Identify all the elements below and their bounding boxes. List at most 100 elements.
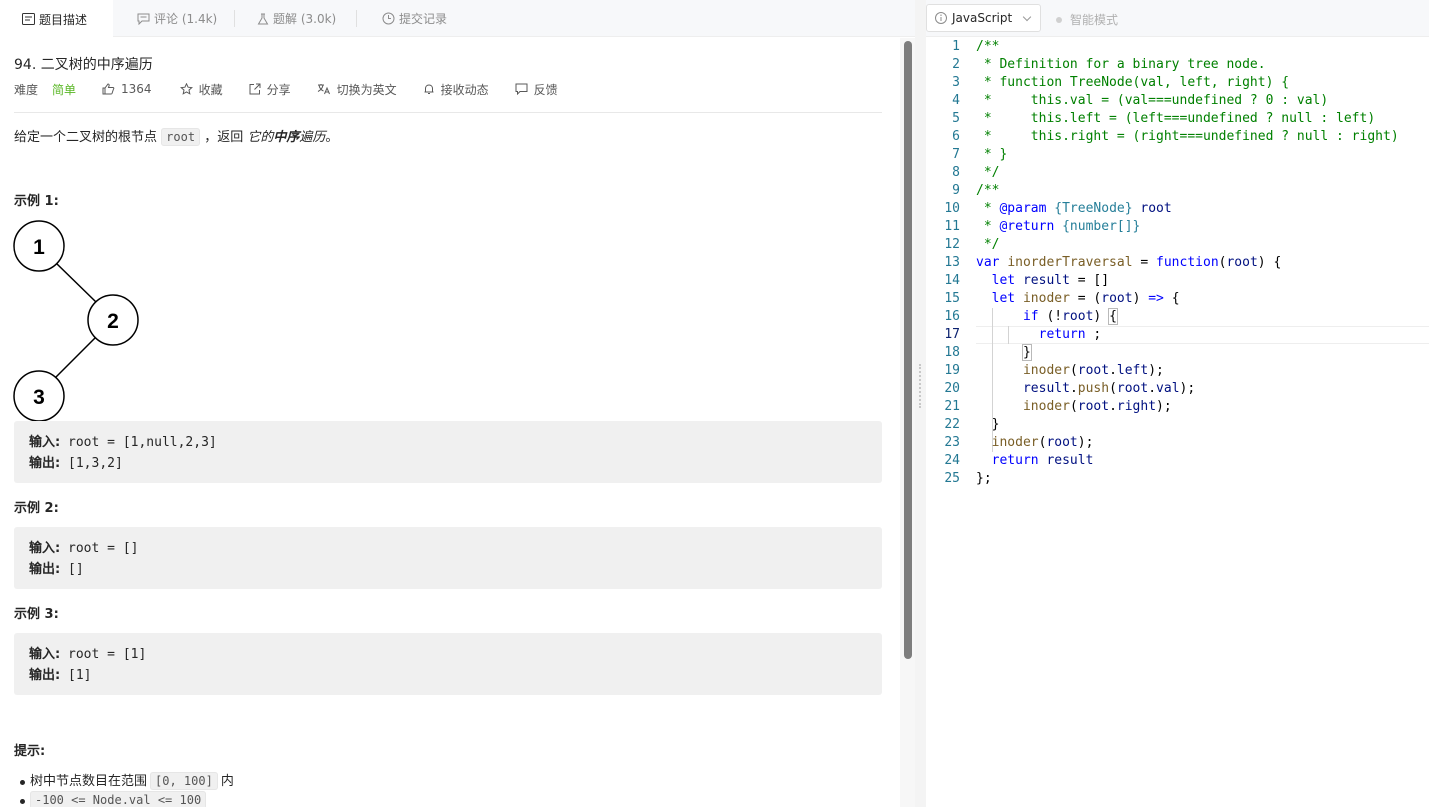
code-text: * } [976,147,1008,162]
line-number: 24 [944,453,960,468]
line-number: 13 [944,255,960,270]
line-number: 4 [952,93,960,108]
editor-toolbar: JavaScript 智能模式 [926,0,1429,37]
code-line: 7 * } [926,146,1429,164]
smart-mode-toggle[interactable]: 智能模式 [1056,11,1118,28]
problem-tabs: 题目描述 评论 (1.4k) 题解 (3.0k) 提交记录 [0,0,915,38]
tab-label: 评论 (1.4k) [154,12,218,26]
input-label: 输入: [29,541,61,556]
like-count: 1364 [121,82,152,96]
description-emphasis: 它的 [247,130,274,145]
line-number: 8 [952,165,960,180]
line-number: 3 [952,75,960,90]
favorite-button[interactable]: 收藏 [179,81,223,98]
code-text: /** [976,39,1000,54]
tab-divider [356,10,357,27]
scrollbar-thumb[interactable] [904,41,912,659]
description-strong: 中序 [273,130,300,145]
bell-icon [424,84,434,94]
list-item: -100 <= Node.val <= 100 [20,791,234,807]
example-title: 示例 1: [14,194,59,209]
comment-icon [137,13,150,25]
share-icon [249,83,261,95]
tab-label: 提交记录 [399,12,448,26]
line-number: 20 [944,381,960,396]
code-text: } [1021,344,1032,361]
chevron-down-icon [1022,12,1032,22]
inline-code: -100 <= Node.val <= 100 [30,791,207,807]
output-label: 输出: [29,668,61,683]
line-number: 22 [944,417,960,432]
example-input: root = [1] [68,647,147,662]
code-line: 5 * this.left = (left===undefined ? null… [926,110,1429,128]
share-label: 分享 [266,82,291,97]
language-label: JavaScript [952,11,1013,25]
info-icon [935,12,947,24]
code-text: let result = [] [991,273,1110,288]
difficulty-label: 难度 [14,82,39,97]
example-title: 示例 2: [14,501,59,516]
tab-solutions[interactable]: 题解 (3.0k) [257,0,336,37]
hint-text: 内 [220,774,234,789]
code-line: 12 */ [926,236,1429,254]
code-line: 3 * function TreeNode(val, left, right) … [926,74,1429,92]
code-editor[interactable]: 1 /** 2 * Definition for a binary tree no… [926,38,1429,807]
code-text: }; [976,471,992,486]
code-line: 22 } [926,416,1429,434]
code-line: 19 inoder(root.left); [926,362,1429,380]
tab-submissions[interactable]: 提交记录 [382,0,447,37]
code-text: * Definition for a binary tree node. [976,57,1266,72]
problem-title: 94. 二叉树的中序遍历 [14,57,153,73]
problem-description: 给定一个二叉树的根节点 root ，返回 它的中序遍历。 [14,126,339,146]
example-box: 输入: root = [1,null,2,3] 输出: [1,3,2] [14,421,882,483]
favorite-label: 收藏 [198,82,223,97]
input-label: 输入: [29,647,61,662]
flask-icon [257,13,269,24]
subscribe-button[interactable]: 接收动态 [423,81,489,98]
feedback-icon [515,83,528,95]
hints-list: 树中节点数目在范围 [0, 100] 内 -100 <= Node.val <= 1… [20,772,234,807]
line-number: 16 [944,309,960,324]
code-text: * @param {TreeNode} root [976,201,1172,216]
example-input: root = [1,null,2,3] [68,435,217,450]
problem-panel: 题目描述 评论 (1.4k) 题解 (3.0k) 提交记录 94. 二叉树的中序… [0,0,915,807]
code-text: result.push(root.val); [1022,381,1196,396]
line-number: 2 [952,57,960,72]
code-text: * this.val = (val===undefined ? 0 : val) [976,93,1329,108]
code-line: 23 inoder(root); [926,434,1429,452]
thumbs-up-icon [102,83,115,95]
tab-comments[interactable]: 评论 (1.4k) [137,0,217,37]
code-line: 1 /** [926,38,1429,56]
code-line: 17 return ; [926,326,1429,344]
example-title: 示例 3: [14,607,59,622]
tab-description[interactable]: 题目描述 [0,0,113,38]
drag-handle-icon[interactable] [919,364,921,408]
inline-code: root [161,128,201,146]
line-number: 7 [952,147,960,162]
description-text: 给定一个二叉树的根节点 [14,130,158,145]
line-number: 21 [944,399,960,414]
code-text: */ [976,165,1000,180]
switch-language-button[interactable]: 切换为英文 [317,81,397,98]
feedback-button[interactable]: 反馈 [515,81,558,98]
code-line: 4 * this.val = (val===undefined ? 0 : va… [926,92,1429,110]
code-line: 10 * @param {TreeNode} root [926,200,1429,218]
line-number: 18 [944,345,960,360]
code-line: 24 return result [926,452,1429,470]
code-text: return result [991,453,1094,468]
example-output: [1] [68,668,92,683]
line-number: 1 [952,39,960,54]
example-input: root = [] [68,541,139,556]
code-text: */ [976,237,1000,252]
code-text: let inoder = (root) => { [991,291,1180,306]
code-line: 18 } [926,344,1429,362]
description-text: 。 [325,130,339,145]
code-text: } [976,417,1000,432]
like-button[interactable]: 1364 [102,82,152,96]
share-button[interactable]: 分享 [249,81,291,98]
tab-label: 题解 (3.0k) [273,12,337,26]
editor-panel: JavaScript 智能模式 1 /** 2 * Definition for … [926,0,1429,807]
line-number: 17 [944,327,960,342]
language-select[interactable]: JavaScript [926,4,1041,32]
status-dot-icon [1056,16,1062,23]
